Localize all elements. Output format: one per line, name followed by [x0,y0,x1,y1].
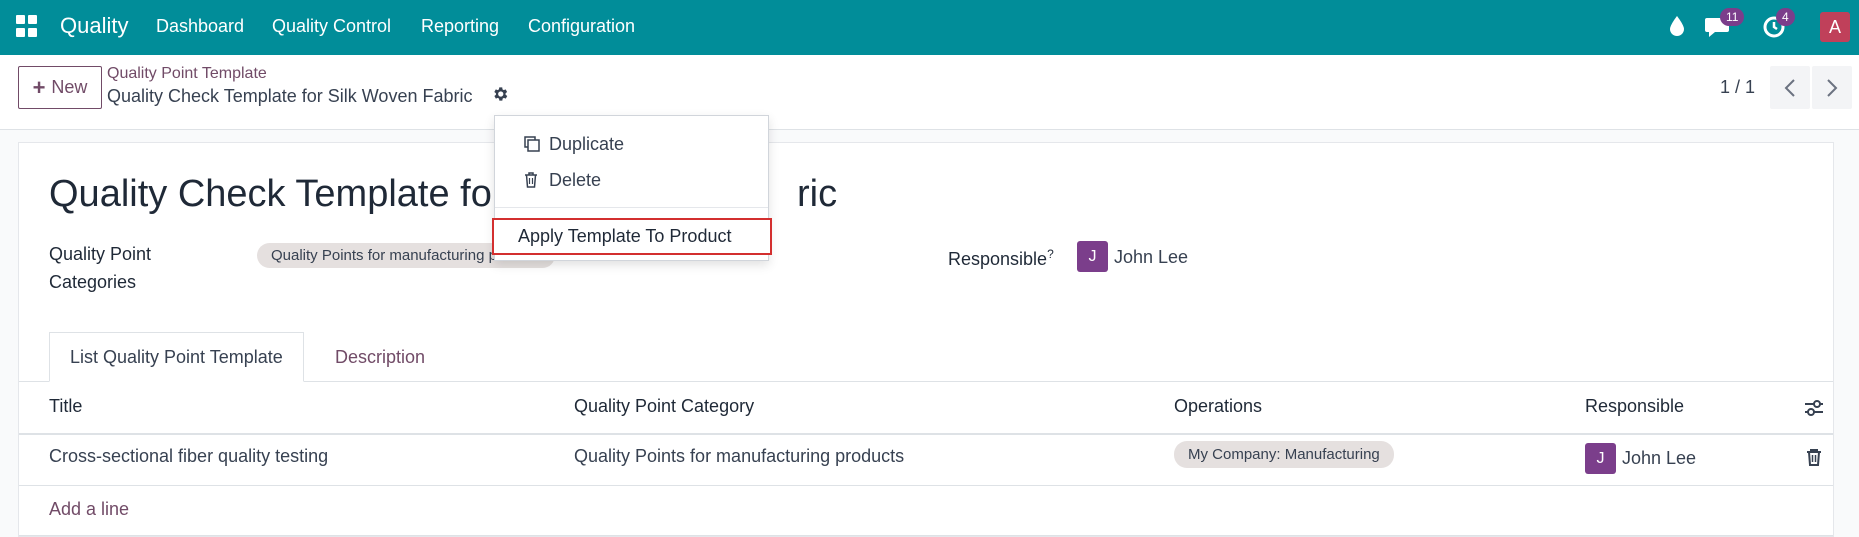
row-responsible-name: John Lee [1622,448,1697,468]
dropdown-divider [495,207,768,208]
plus-icon: + [32,74,46,100]
breadcrumb-current: Quality Check Template for Silk Woven Fa… [107,86,473,106]
row-divider [19,485,1833,486]
row-category: Quality Points for manufacturing product… [574,446,905,466]
help-tooltip-icon[interactable]: ? [1047,247,1054,261]
row-responsible-avatar: J [1585,443,1616,474]
pager-next-button[interactable] [1812,66,1852,109]
table-header-divider [19,433,1833,435]
record-title[interactable]: Quality Check Template for ric [49,173,837,216]
responsible-label: Responsible? [948,247,1054,269]
column-header-category[interactable]: Quality Point Category [574,396,754,417]
optional-columns-icon[interactable] [1803,397,1825,424]
menu-dashboard[interactable]: Dashboard [156,16,244,37]
form-sheet: Quality Check Template for ric Quality P… [18,142,1834,537]
trash-icon[interactable] [1806,448,1822,471]
row-divider [19,535,1833,536]
responsible-avatar: J [1077,241,1108,272]
app-brand[interactable]: Quality [60,13,128,39]
categories-label-line1: Quality Point [49,244,152,264]
menu-reporting[interactable]: Reporting [421,16,499,37]
activities-badge: 4 [1776,8,1795,26]
control-panel: + New Quality Point Template Quality Che… [0,55,1859,130]
row-operation-tag: My Company: Manufacturing [1174,441,1394,468]
categories-label-line2: Categories [49,272,137,292]
duplicate-icon [523,135,549,153]
breadcrumb-parent[interactable]: Quality Point Template [107,65,267,83]
row-title: Cross-sectional fiber quality testing [49,446,329,466]
duplicate-label: Duplicate [549,133,625,154]
tab-description[interactable]: Description [315,332,445,382]
record-title-right: ric [797,173,838,215]
apps-menu-icon[interactable] [16,15,38,37]
column-header-title[interactable]: Title [49,396,82,417]
responsible-name[interactable]: John Lee [1114,247,1188,268]
user-avatar[interactable]: A [1820,12,1850,42]
delete-menu-item[interactable]: Delete [495,163,768,197]
pager-previous-button[interactable] [1770,66,1810,109]
apply-template-menu-item[interactable]: Apply Template To Product [492,218,772,255]
tab-list-quality-point-template[interactable]: List Quality Point Template [49,332,304,382]
chevron-left-icon [1784,78,1795,97]
add-line-link[interactable]: Add a line [49,499,129,520]
top-navbar: Quality Dashboard Quality Control Report… [0,0,1859,55]
menu-quality-control[interactable]: Quality Control [272,16,391,37]
gear-icon[interactable] [491,85,509,108]
duplicate-menu-item[interactable]: Duplicate [495,127,768,161]
pager-value[interactable]: 1 / 1 [1720,77,1755,98]
new-button-label: New [51,77,88,97]
chevron-right-icon [1827,78,1838,97]
drop-icon[interactable] [1668,14,1686,43]
column-header-operations[interactable]: Operations [1174,396,1262,417]
column-header-responsible[interactable]: Responsible [1585,396,1684,417]
trash-icon [523,171,549,189]
actions-dropdown: Duplicate Delete Apply Template To Produ… [492,115,772,261]
new-button[interactable]: + New [18,66,102,109]
record-title-left: Quality Check Template for [49,173,505,215]
delete-label: Delete [549,169,602,190]
menu-configuration[interactable]: Configuration [528,16,635,37]
messages-badge: 11 [1720,8,1745,26]
